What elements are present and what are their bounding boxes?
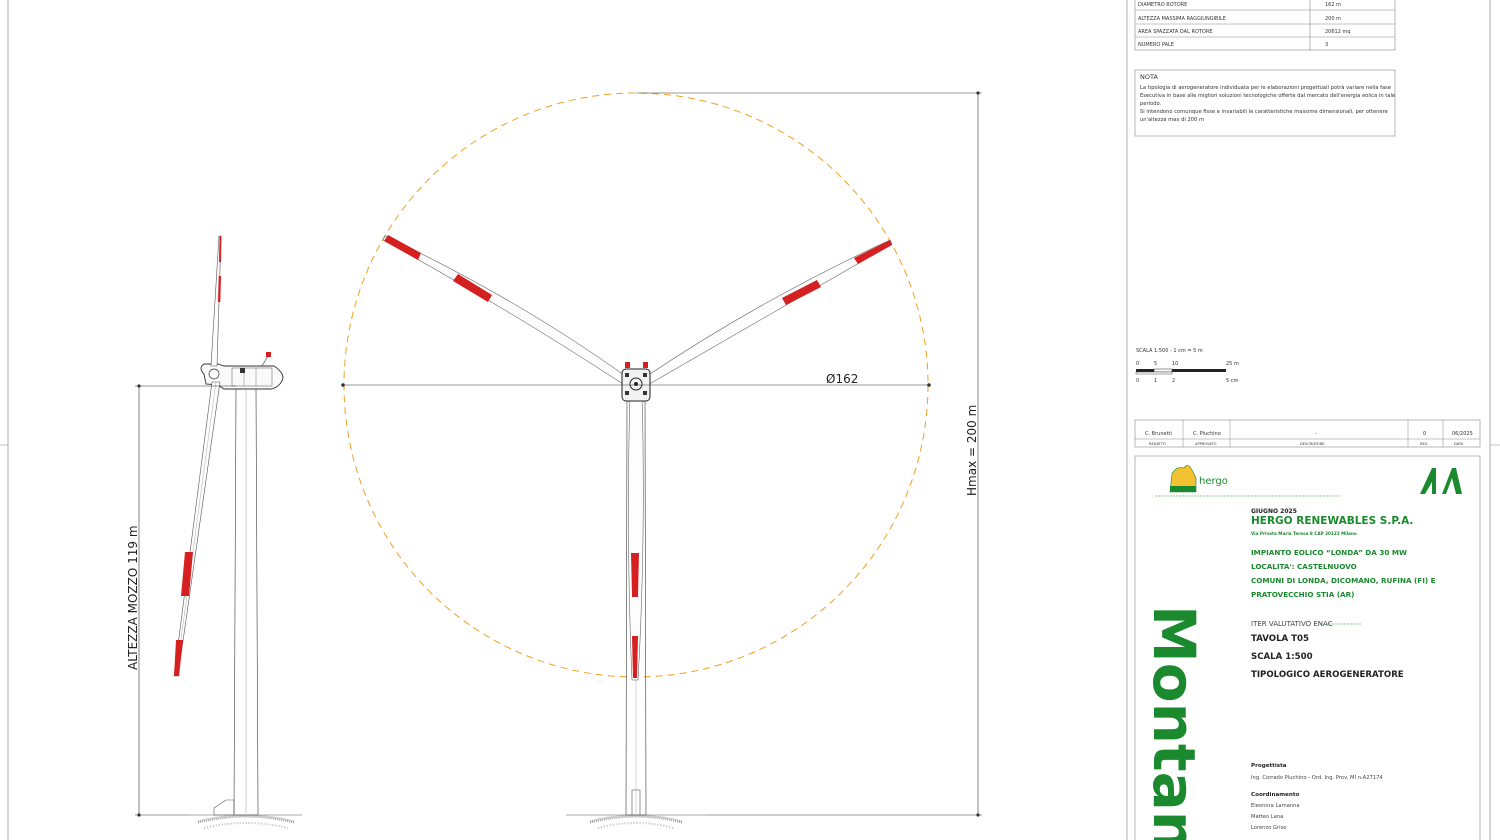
spec-value: 20612 mq <box>1325 29 1351 35</box>
blade-upper-left <box>382 235 629 387</box>
hmax-label: Hmax = 200 m <box>965 405 979 496</box>
scala-label: SCALA 1:500 <box>1251 652 1313 662</box>
svg-text:C. Pluchino: C. Pluchino <box>1193 431 1221 437</box>
note-line: La tipologia di aerogeneratore individua… <box>1140 84 1391 91</box>
front-ground <box>589 814 683 824</box>
note-line: un'altezza max di 200 m <box>1140 117 1204 123</box>
project-line: LOCALITA': CASTELNUOVO <box>1251 562 1357 571</box>
coordinamento-name: Eleonora Lamanna <box>1251 803 1300 809</box>
svg-text:2: 2 <box>1172 378 1175 384</box>
svg-text:06/2025: 06/2025 <box>1452 431 1473 437</box>
note-line: Si intendono comunque fisse e invariabil… <box>1140 109 1388 115</box>
svg-text:0: 0 <box>1423 431 1426 437</box>
title-block: hergo Montan GIUGNO 2025 HERGO RENEWABLE… <box>1134 455 1481 840</box>
coordinamento-label: Coordinamento <box>1251 792 1300 798</box>
company-address: Via Privata Maria Teresa 8 CAP 20123 Mil… <box>1251 531 1357 536</box>
scale-bar: SCALA 1:500 - 1 cm = 5 m 0 5 10 25 m 0 1… <box>1135 348 1239 384</box>
vertical-brand: Montan <box>1140 605 1208 840</box>
svg-text:DATA: DATA <box>1454 442 1464 446</box>
project-line: PRATOVECCHIO STIA (AR) <box>1251 590 1354 599</box>
company-name: HERGO RENEWABLES S.P.A. <box>1251 515 1413 527</box>
subject-label: TIPOLOGICO AEROGENERATORE <box>1251 670 1404 680</box>
turbine-side-view <box>173 235 302 829</box>
hub-height-dimension: ALTEZZA MOZZO 119 m <box>126 384 236 817</box>
title-date: GIUGNO 2025 <box>1251 508 1297 515</box>
svg-text:25 m: 25 m <box>1226 361 1239 367</box>
coordinamento-name: Lorenzo Griso <box>1251 825 1287 831</box>
turbine-front-view <box>343 92 929 829</box>
spec-value: 162 m <box>1325 2 1341 8</box>
spec-label: AREA SPAZZATA DAL ROTORE <box>1138 29 1213 35</box>
project-line: IMPIANTO EOLICO “LONDA” DA 30 MW <box>1251 548 1407 557</box>
blade-upper-right <box>643 239 893 387</box>
spec-label: DIAMETRO ROTORE <box>1138 2 1187 8</box>
svg-text:REV.: REV. <box>1420 442 1428 446</box>
hmax-dimension: Hmax = 200 m <box>636 91 982 817</box>
svg-text:5 cm: 5 cm <box>1226 378 1239 384</box>
svg-text:10: 10 <box>1172 361 1178 367</box>
side-base <box>213 799 235 816</box>
rotor-diameter-label: Ø162 <box>826 372 858 386</box>
svg-text:0: 0 <box>1136 361 1139 367</box>
svg-text:1: 1 <box>1154 378 1157 384</box>
svg-text:5: 5 <box>1154 361 1157 367</box>
coordinamento-name: Matteo Lana <box>1251 814 1283 820</box>
side-blade-lower <box>173 381 221 677</box>
progettista-label: Progettista <box>1251 763 1287 769</box>
project-line: COMUNI DI LONDA, DICOMANO, RUFINA (FI) E <box>1251 576 1436 585</box>
svg-text:DESCRIZIONE: DESCRIZIONE <box>1300 442 1325 446</box>
side-ground <box>197 814 295 824</box>
progettista-name: Ing. Corrado Pluchino - Ord. Ing. Prov. … <box>1251 775 1383 781</box>
spec-label: ALTEZZA MASSIMA RAGGIUNGIBILE <box>1138 16 1226 22</box>
note-box: NOTA La tipologia di aerogeneratore indi… <box>1134 69 1396 137</box>
spec-value: 200 m <box>1325 16 1341 22</box>
montana-mark <box>1420 468 1462 494</box>
note-line: periodo. <box>1140 101 1162 107</box>
specs-table: DIAMETRO ROTORE 162 m ALTEZZA MASSIMA RA… <box>1134 0 1396 51</box>
tavola-label: TAVOLA T05 <box>1251 634 1309 644</box>
note-line: Esecutiva in base alle migliori soluzion… <box>1140 93 1395 99</box>
svg-text:REDATTO: REDATTO <box>1149 442 1166 446</box>
scale-bar-title: SCALA 1:500 - 1 cm = 5 m <box>1136 348 1203 354</box>
hub-height-label: ALTEZZA MOZZO 119 m <box>126 525 140 670</box>
spec-value: 3 <box>1325 42 1328 48</box>
svg-text:0: 0 <box>1136 378 1139 384</box>
hergo-logo-text: hergo <box>1199 476 1228 487</box>
svg-text:C. Brunetti: C. Brunetti <box>1145 431 1172 437</box>
technical-drawing: ALTEZZA MOZZO 119 m Ø162 Hmax = 200 m DI… <box>0 0 1500 840</box>
spec-label: NUMERO PALE <box>1138 42 1174 48</box>
svg-text:-: - <box>1315 431 1317 437</box>
revision-table: C. Brunetti C. Pluchino - 0 06/2025 REDA… <box>1134 419 1481 448</box>
svg-text:APPROVATO: APPROVATO <box>1195 442 1217 446</box>
note-title: NOTA <box>1140 73 1158 81</box>
hergo-logo: hergo <box>1155 465 1340 497</box>
